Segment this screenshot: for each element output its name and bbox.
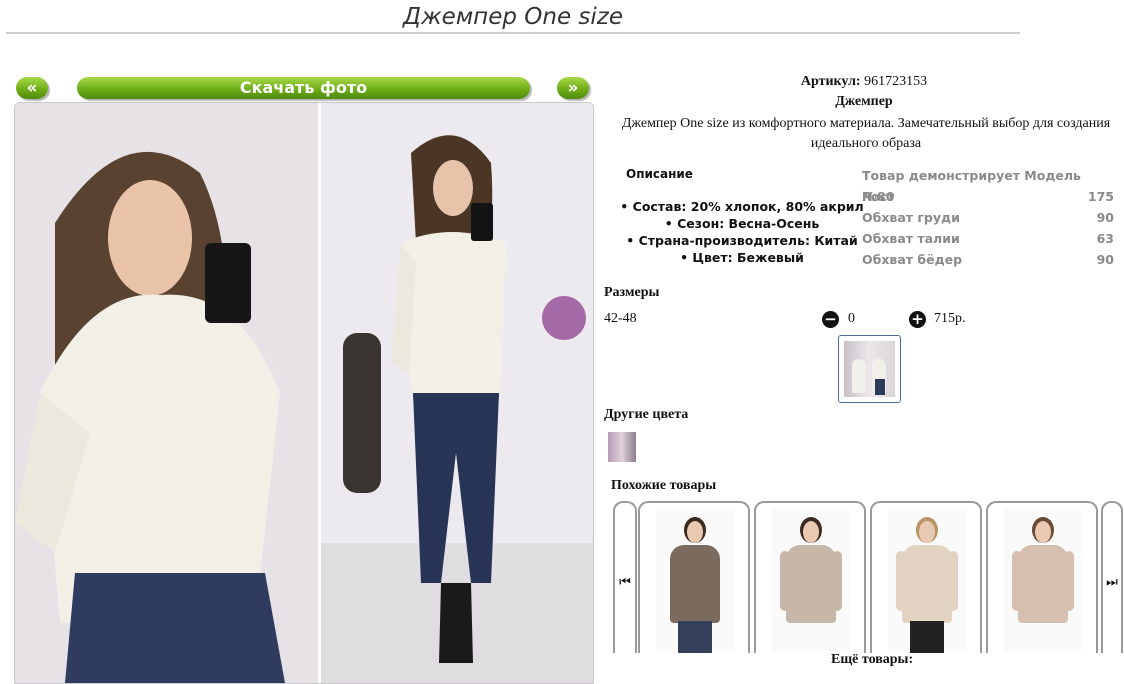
other-colors-heading: Другие цвета [604, 407, 689, 422]
model-arm [948, 551, 958, 611]
plus-circle-icon[interactable]: + [909, 311, 926, 328]
detail-season: Сезон: Весна-Осень [612, 215, 872, 232]
measure-label: Обхват бёдер [862, 252, 963, 267]
thumbnail-image [844, 341, 895, 397]
minus-circle-icon[interactable]: − [822, 311, 839, 328]
similar-carousel: ⏮ ⏭ [613, 501, 1124, 653]
product-description: Джемпер One size из комфортного материал… [621, 116, 1111, 151]
measure-row: Обхват талии 63 [862, 228, 1114, 249]
sku-value: 961723153 [864, 74, 928, 89]
similar-item[interactable] [638, 501, 750, 653]
sku-label: Артикул: [800, 74, 861, 89]
details-heading: Описание [626, 167, 693, 181]
model-measurements: Товар демонстрирует Модель №80 Рост 175 О… [862, 165, 1114, 270]
model-top [902, 545, 952, 623]
measure-row: Рост 175 [862, 186, 1114, 207]
size-label: 42-48 [604, 311, 637, 326]
model-arm [832, 551, 842, 611]
measure-label: Обхват груди [862, 210, 960, 225]
more-products-heading: Ещё товары: [831, 652, 914, 667]
measure-row: Обхват груди 90 [862, 207, 1114, 228]
skip-back-icon[interactable]: ⏮ [613, 501, 637, 653]
quantity-value: 0 [848, 311, 855, 326]
color-swatch[interactable] [608, 432, 636, 462]
model-top [786, 545, 836, 623]
sku-line: Артикул: 961723153 [604, 74, 1124, 90]
similar-item[interactable] [870, 501, 982, 653]
similar-item[interactable] [986, 501, 1098, 653]
price: 715р. [934, 311, 966, 326]
sizes-heading: Размеры [604, 285, 660, 300]
model-top [1018, 545, 1068, 623]
page-title: Джемпер One size [6, 0, 1020, 34]
product-photo [14, 102, 594, 684]
measure-value: 63 [1096, 231, 1114, 246]
details-list: Состав: 20% хлопок, 80% акрил Сезон: Вес… [612, 198, 872, 266]
detail-color: Цвет: Бежевый [612, 249, 872, 266]
detail-country: Страна-производитель: Китай [612, 232, 872, 249]
thumbnail-figure [852, 359, 866, 393]
model-face [919, 521, 935, 543]
model-pants [910, 621, 944, 653]
similar-item-image [656, 509, 734, 653]
product-name: Джемпер [835, 94, 893, 109]
next-photo-button[interactable]: » [557, 77, 589, 99]
product-thumbnail[interactable] [838, 335, 901, 403]
prev-photo-button[interactable]: « [16, 77, 48, 99]
measure-label: Рост [862, 189, 895, 204]
measure-row: Обхват бёдер 90 [862, 249, 1114, 270]
thumbnail-legs [875, 379, 885, 395]
similar-item-image [1004, 509, 1082, 651]
model-face [687, 521, 703, 543]
similar-item-image [772, 509, 850, 651]
model-heading: Товар демонстрирует Модель №80 [862, 168, 1081, 204]
similar-heading: Похожие товары [611, 478, 717, 493]
model-face [1035, 521, 1051, 543]
model-top [670, 545, 720, 623]
photo-closeup [15, 103, 318, 683]
similar-item[interactable] [754, 501, 866, 653]
measure-value: 175 [1087, 189, 1114, 204]
measure-label: Обхват талии [862, 231, 960, 246]
photo-full-length [321, 103, 593, 683]
skip-forward-icon[interactable]: ⏭ [1101, 501, 1123, 653]
measure-value: 90 [1096, 210, 1114, 225]
model-face [803, 521, 819, 543]
similar-item-image [888, 509, 966, 653]
download-photo-button[interactable]: Скачать фото [77, 77, 530, 99]
detail-composition: Состав: 20% хлопок, 80% акрил [612, 198, 872, 215]
size-row: 42-48 − 0 + 715р. [604, 311, 1124, 329]
model-arm [1064, 551, 1074, 611]
measure-value: 90 [1096, 252, 1114, 267]
model-pants [678, 621, 712, 653]
